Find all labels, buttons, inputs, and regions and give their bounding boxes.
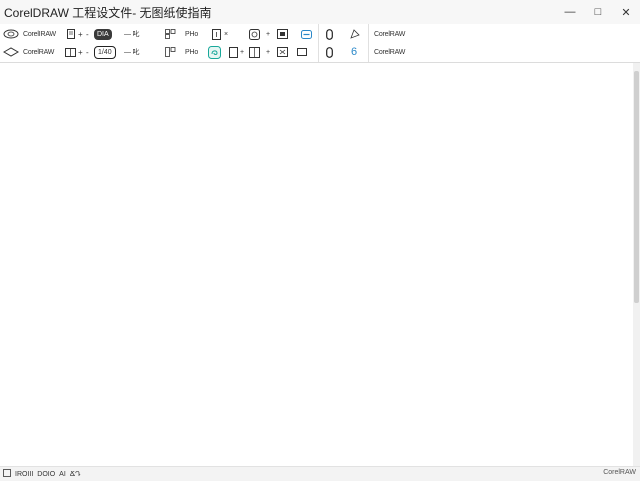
spin-value[interactable]: 6 xyxy=(351,45,357,59)
crop-icon[interactable] xyxy=(248,45,260,59)
close-button[interactable]: ✕ xyxy=(612,0,640,24)
minimize-button[interactable]: — xyxy=(556,0,584,24)
mode-dark-label: DIA xyxy=(94,28,112,40)
property-bar: CorelIRAW + - DIA — 叱 PHo × + CorelRAW C… xyxy=(0,24,640,63)
ribbon-divider-2 xyxy=(368,24,369,62)
bracket-icon[interactable] xyxy=(228,45,238,59)
maximize-button[interactable]: □ xyxy=(584,0,612,24)
mode-outline-label: 1/40 xyxy=(94,45,116,59)
rotate-icon[interactable] xyxy=(248,27,260,41)
title-bar: CorelDRAW 工程设文件- 无图纸使指南 — □ ✕ xyxy=(0,0,640,25)
frame-icon[interactable] xyxy=(211,27,221,41)
diamond-icon[interactable] xyxy=(3,45,19,59)
status-bar: IROIII DOIO AI ՃԴ CorelRAW xyxy=(0,466,640,481)
status-item-3: ՃԴ xyxy=(69,471,81,478)
node-label: CorelIRAW xyxy=(23,30,56,38)
minus-icon[interactable]: - xyxy=(86,27,89,41)
right-label-2: CorelRAW xyxy=(374,48,406,56)
vertical-scrollbar[interactable] xyxy=(633,63,640,466)
mode-outline-button[interactable]: 1/40 xyxy=(94,45,116,59)
status-items: IROIII DOIO AI ՃԴ xyxy=(3,469,80,479)
plus-icon-3[interactable]: + xyxy=(240,45,244,59)
status-item-0: IROIII xyxy=(15,470,34,478)
rect-icon[interactable] xyxy=(296,45,308,59)
layout-icon[interactable] xyxy=(164,45,176,59)
pen-icon[interactable] xyxy=(350,27,360,41)
ribbon-divider-1 xyxy=(318,24,319,62)
shape-o-icon-2[interactable] xyxy=(325,45,333,59)
minus-icon-2[interactable]: - xyxy=(86,45,89,59)
plus-icon-2[interactable]: + xyxy=(78,45,83,59)
text-a-label: — 叱 xyxy=(124,31,140,38)
text-a-label-2: — 叱 xyxy=(124,49,140,56)
mode-dark-button[interactable]: DIA xyxy=(94,27,112,41)
window-title: CorelDRAW 工程设文件- 无图纸使指南 xyxy=(4,5,212,20)
close-box-icon[interactable] xyxy=(276,45,288,59)
plus-icon[interactable]: + xyxy=(78,27,83,41)
lens-icon[interactable] xyxy=(3,27,19,41)
status-right-text: CorelRAW xyxy=(603,469,636,476)
plus-small-icon[interactable]: + xyxy=(266,27,270,41)
text-b-label-2: PHo xyxy=(185,48,199,56)
property-row-2: CorelRAW + - 1/40 — 叱 PHo + + 6 CorelRAW xyxy=(0,43,640,61)
panel-icon[interactable] xyxy=(300,27,312,41)
shape-o-icon[interactable] xyxy=(325,27,333,41)
window-icon[interactable] xyxy=(276,27,288,41)
property-row-1: CorelIRAW + - DIA — 叱 PHo × + CorelRAW xyxy=(0,25,640,43)
right-label-1: CorelRAW xyxy=(374,30,406,38)
window-controls: — □ ✕ xyxy=(556,0,640,24)
plus-icon-4[interactable]: + xyxy=(266,45,270,59)
page-icon[interactable] xyxy=(66,27,76,41)
status-icon xyxy=(3,469,11,479)
scrollbar-thumb[interactable] xyxy=(634,71,639,303)
text-b-label: PHo xyxy=(185,30,199,38)
status-item-1: DOIO xyxy=(37,470,56,478)
status-item-2: AI xyxy=(59,470,66,478)
cross-icon[interactable]: × xyxy=(224,27,228,41)
drawing-canvas[interactable] xyxy=(0,63,633,466)
node-label-2: CorelRAW xyxy=(23,48,55,56)
grid-icon[interactable] xyxy=(164,27,176,41)
spiral-icon[interactable] xyxy=(207,45,221,59)
split-icon[interactable] xyxy=(64,45,76,59)
